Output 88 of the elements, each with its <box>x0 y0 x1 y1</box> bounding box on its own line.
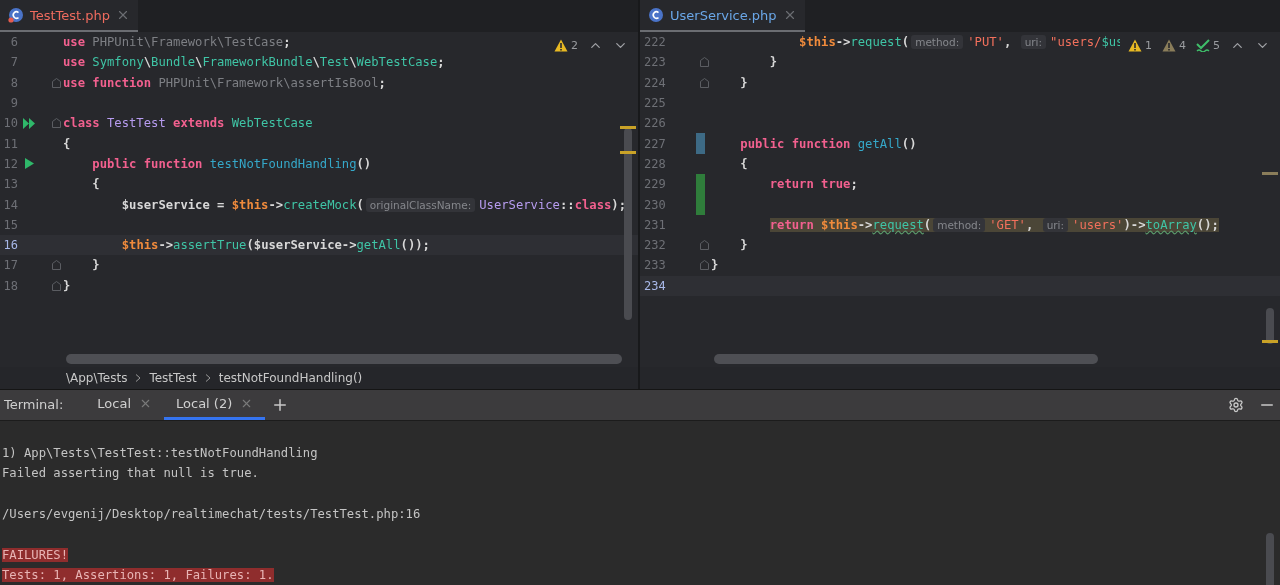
code-line: { <box>91 177 100 192</box>
fold-icon[interactable] <box>51 280 61 291</box>
fold-icon[interactable] <box>699 57 709 68</box>
code-line: } <box>768 55 778 70</box>
code-line: public function getAll() <box>739 136 917 151</box>
line-number: 18 <box>2 278 18 293</box>
chevron-icon <box>204 373 211 382</box>
line-number: 229 <box>644 177 667 192</box>
line-number: 222 <box>644 35 667 50</box>
code-line: class TestTest extends WebTestCase <box>63 116 313 131</box>
line-number: 234 <box>644 278 667 293</box>
line-number: 12 <box>2 156 18 171</box>
code-line: $userService = $this->createMock( originalClassName: UserService::class); <box>120 197 627 212</box>
horizontal-scrollbar[interactable] <box>714 353 1098 364</box>
line-number: 227 <box>644 136 667 151</box>
line-number: 17 <box>2 258 18 273</box>
line-number: 224 <box>644 75 667 90</box>
warning-icon <box>1128 39 1142 52</box>
line-number: 14 <box>2 197 18 212</box>
panel-title: Terminal: <box>4 397 64 413</box>
change-marker[interactable] <box>696 133 705 154</box>
code-line: return true; <box>768 177 858 192</box>
line-number: 11 <box>2 136 18 151</box>
line-number: 13 <box>2 177 18 192</box>
chevron-icon <box>135 373 142 382</box>
line-number: 15 <box>2 217 18 232</box>
scrollbar[interactable] <box>1266 532 1274 585</box>
line-number: 8 <box>9 75 18 90</box>
line-number: 230 <box>644 197 667 212</box>
run-all-icon[interactable] <box>22 117 36 129</box>
error-output: Tests: 1, Assertions: 1, Failures: 1. <box>2 567 274 582</box>
breadcrumb[interactable]: TestTest <box>149 370 197 385</box>
terminal-output: /Users/evgenij/Desktop/realtimechat/tests/TestTest.php:16 <box>2 506 421 521</box>
problem-count: 4 <box>1179 39 1186 52</box>
fold-icon[interactable] <box>51 118 61 129</box>
code-line: } <box>91 258 100 273</box>
fold-icon[interactable] <box>699 77 709 88</box>
error-output: FAILURES! <box>2 547 69 562</box>
breadcrumb[interactable]: testNotFoundHandling() <box>218 370 363 385</box>
line-number: 232 <box>644 238 667 253</box>
terminal-tab[interactable]: Local (2) <box>164 389 266 420</box>
warning-icon <box>554 39 568 52</box>
horizontal-scrollbar[interactable] <box>66 353 622 364</box>
run-icon[interactable] <box>24 158 34 170</box>
change-marker[interactable] <box>696 174 705 195</box>
settings-icon[interactable] <box>1228 396 1244 413</box>
code-line: } <box>711 258 719 273</box>
problem-count: 5 <box>1213 39 1220 52</box>
scrollbar[interactable] <box>1266 308 1274 344</box>
line-number: 6 <box>9 35 18 50</box>
line-number: 7 <box>9 55 18 70</box>
code-line: public function testNotFoundHandling() <box>91 156 372 171</box>
line-number: 233 <box>644 258 667 273</box>
code-line: { <box>739 156 748 171</box>
php-class-icon <box>648 7 664 23</box>
fold-icon[interactable] <box>51 260 61 271</box>
line-number: 231 <box>644 217 667 232</box>
line-number: 16 <box>2 238 18 253</box>
code-line: $this->assertTrue($userService->getAll()); <box>120 238 430 253</box>
code-line: } <box>739 238 748 253</box>
terminal-output: Failed asserting that null is true. <box>2 466 259 481</box>
file-tab[interactable]: UserService.php <box>640 0 805 32</box>
fold-icon[interactable] <box>699 260 709 271</box>
warning-icon <box>1162 39 1176 52</box>
terminal-tab[interactable]: Local <box>85 389 165 420</box>
code-line: use PHPUnit\Framework\TestCase; <box>63 35 291 50</box>
line-number: 226 <box>644 116 667 131</box>
fold-icon[interactable] <box>51 77 61 88</box>
problem-count: 1 <box>1145 39 1152 52</box>
line-number: 10 <box>2 116 18 131</box>
fold-icon[interactable] <box>699 240 709 251</box>
line-number: 223 <box>644 55 667 70</box>
scrollbar[interactable] <box>624 128 632 320</box>
code-line: { <box>63 136 71 151</box>
line-number: 225 <box>644 96 667 111</box>
code-line: } <box>739 75 748 90</box>
breadcrumb[interactable]: \App\Tests <box>66 370 128 385</box>
php-class-icon <box>8 7 24 23</box>
code-line: use function PHPUnit\Framework\assertIsBool; <box>63 75 386 90</box>
line-number: 228 <box>644 156 667 171</box>
code-line: } <box>63 278 71 293</box>
check-icon <box>1196 39 1210 52</box>
file-tab[interactable]: TestTest.php <box>0 0 139 32</box>
line-number: 9 <box>9 96 18 111</box>
change-marker[interactable] <box>696 194 705 215</box>
terminal-output: 1) App\Tests\TestTest::testNotFoundHandling <box>2 446 318 461</box>
problem-count: 2 <box>571 39 578 52</box>
code-line: use Symfony\Bundle\FrameworkBundle\Test\WebTestCase; <box>63 55 445 70</box>
